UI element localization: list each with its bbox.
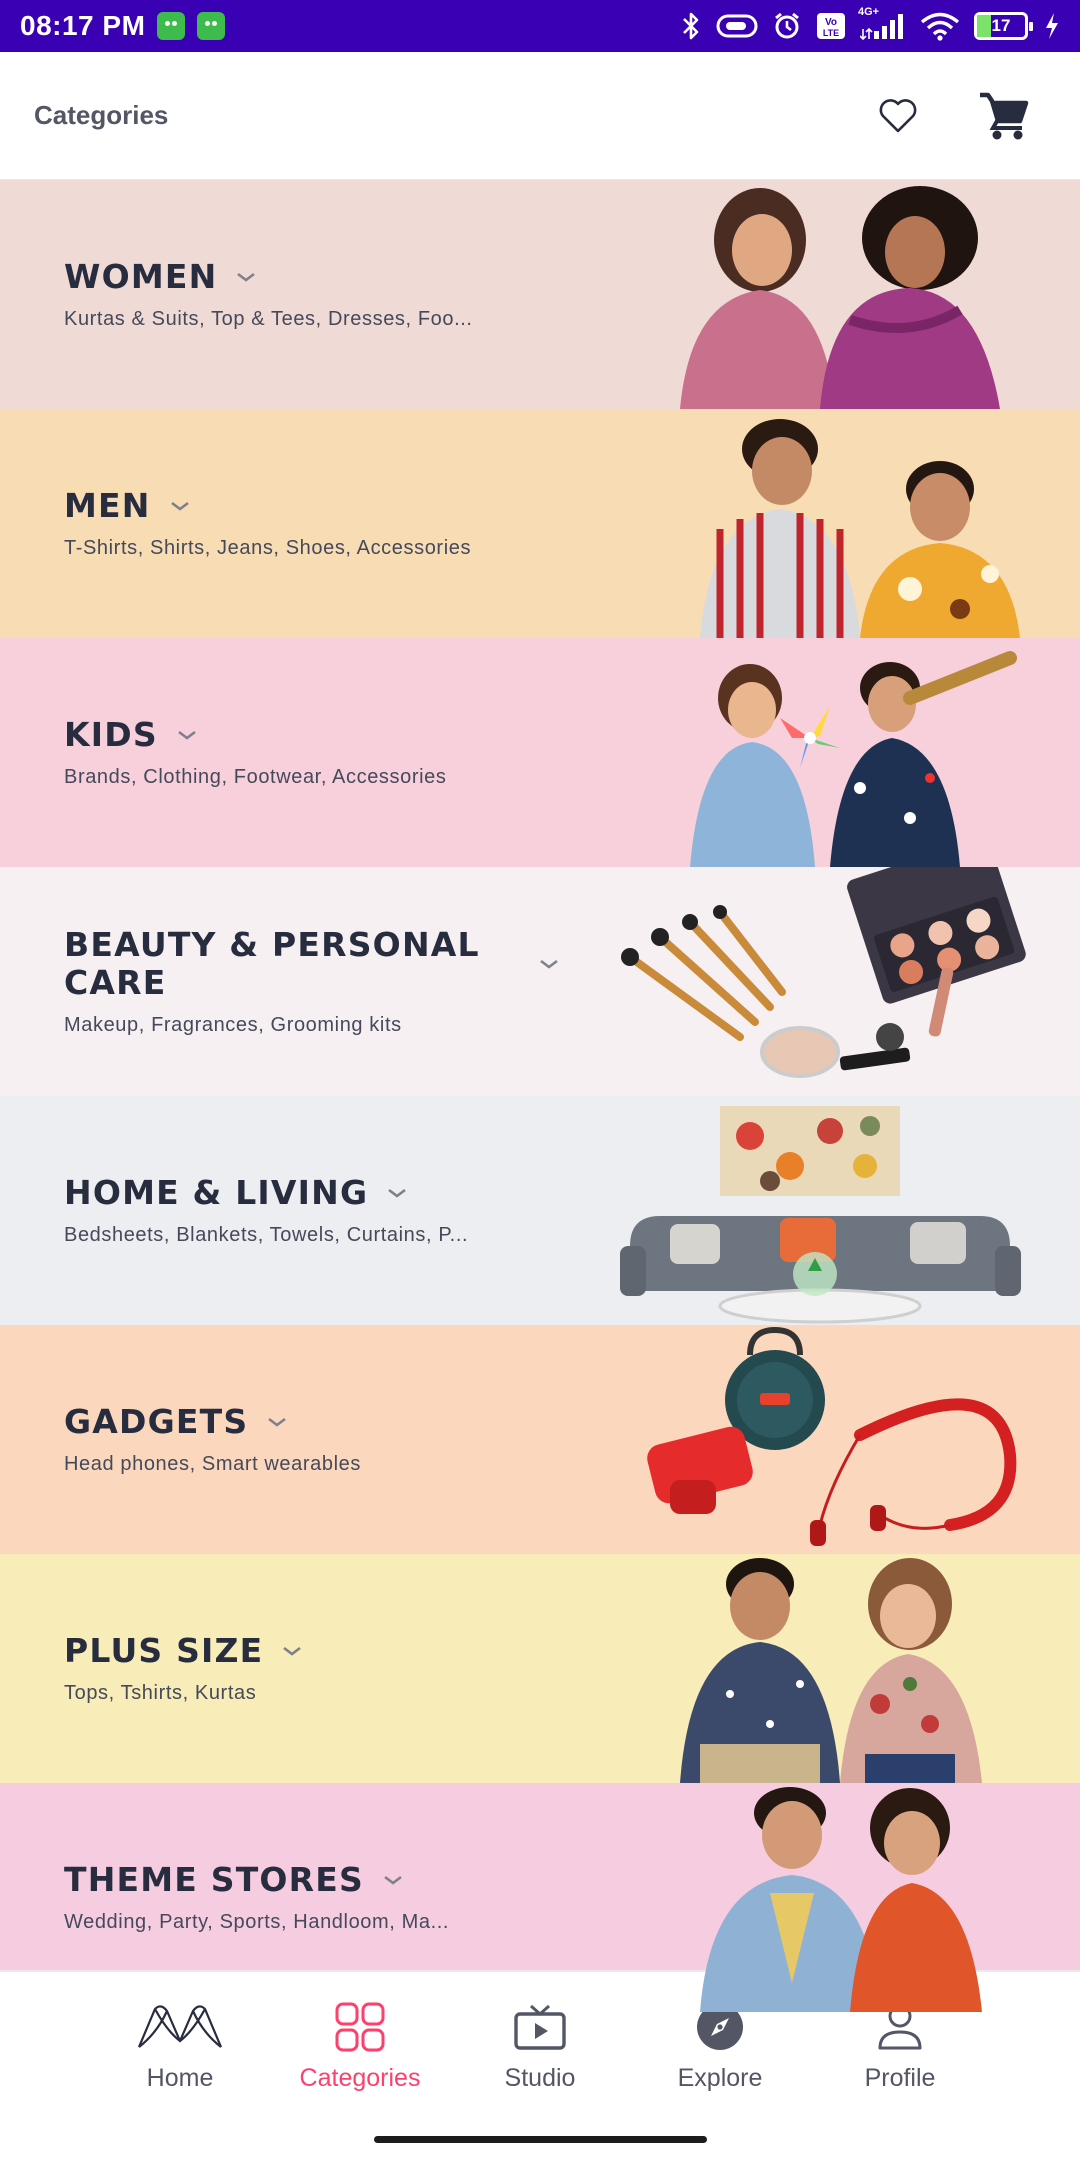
volte-icon: Vo LTE [816,10,846,42]
category-title: MEN [64,486,151,525]
gadgets-products-image [647,1326,1017,1546]
category-title: WOMEN [64,257,218,296]
category-home-living[interactable]: HOME & LIVING Bedsheets, Blankets, Towel… [0,1096,1080,1325]
category-subtitle: Tops, Tshirts, Kurtas [64,1682,257,1704]
category-list: WOMEN Kurtas & Suits, Top & Tees, Dresse… [0,180,1080,2012]
nav-home[interactable]: Home [100,1998,260,2093]
category-women[interactable]: WOMEN Kurtas & Suits, Top & Tees, Dresse… [0,180,1080,409]
living-room-image [620,1106,1021,1324]
nav-label: Home [146,2064,214,2092]
heart-icon [879,98,917,132]
category-subtitle: T-Shirts, Shirts, Jeans, Shoes, Accessor… [64,537,472,559]
category-title: HOME & LIVING [64,1173,369,1212]
bluetooth-icon [680,10,702,42]
category-subtitle: Wedding, Party, Sports, Handloom, Ma... [64,1911,450,1933]
svg-text:Vo: Vo [825,17,837,28]
status-time: 08:17 PM [20,10,146,41]
plus-size-models-image [680,1558,982,1783]
category-title: KIDS [64,715,158,754]
svg-text:LTE: LTE [823,28,839,38]
nav-label: Profile [864,2064,936,2092]
myntra-logo-icon [137,2005,223,2048]
category-subtitle: Brands, Clothing, Footwear, Accessories [64,766,447,788]
category-subtitle: Head phones, Smart wearables [64,1453,361,1475]
women-models-image [680,186,1000,409]
cart-button[interactable] [976,88,1032,144]
battery-level: 17 [991,16,1011,35]
category-beauty[interactable]: BEAUTY & PERSONAL CARE Makeup, Fragrance… [0,867,1080,1096]
wishlist-button[interactable] [870,88,926,144]
category-title: GADGETS [64,1402,249,1441]
category-subtitle: Bedsheets, Blankets, Towels, Curtains, P… [64,1224,469,1246]
notification-app-icon [197,12,226,40]
kids-models-image [690,651,1017,867]
category-subtitle: Makeup, Fragrances, Grooming kits [64,1014,402,1036]
category-title: PLUS SIZE [64,1631,264,1670]
battery-icon: 17 [974,12,1033,40]
chevron-down-icon[interactable] [386,1186,408,1200]
category-subtitle: Kurtas & Suits, Top & Tees, Dresses, Foo… [64,308,473,330]
page-title: Categories [34,100,169,130]
network-badge: 4G+ [858,6,880,18]
nav-categories[interactable]: Categories [280,1998,440,2093]
signal-icon: 4G+ [858,6,906,42]
chevron-down-icon[interactable] [266,1415,288,1429]
charging-icon [1044,10,1060,42]
category-men[interactable]: MEN T-Shirts, Shirts, Jeans, Shoes, Acce… [0,409,1080,638]
nav-explore[interactable]: Explore [640,1998,800,2093]
wifi-icon [920,10,960,42]
status-bar: 08:17 PM Vo LTE 4G+ 17 [0,0,1080,52]
category-kids[interactable]: KIDS Brands, Clothing, Footwear, Accesso… [0,638,1080,867]
cart-icon [980,92,1029,139]
nav-label: Categories [299,2064,421,2092]
category-title: THEME STORES [64,1860,364,1899]
makeup-products-image [621,867,1026,1078]
alarm-icon [772,10,802,42]
top-app-bar: Categories [0,52,1080,180]
men-models-image [700,419,1020,638]
chevron-down-icon[interactable] [176,728,198,742]
chevron-down-icon[interactable] [281,1644,303,1658]
chevron-down-icon[interactable] [235,270,257,284]
nav-label: Explore [677,2064,763,2092]
category-gadgets[interactable]: GADGETS Head phones, Smart wearables [0,1325,1080,1554]
grid-icon [335,2002,385,2052]
toggle-icon [716,10,758,42]
category-title: BEAUTY & PERSONAL CARE [64,925,480,1002]
category-plus-size[interactable]: PLUS SIZE Tops, Tshirts, Kurtas [0,1554,1080,1783]
nav-studio[interactable]: Studio [460,1998,620,2093]
notification-app-icon [157,12,186,40]
gesture-bar[interactable] [374,2136,707,2143]
chevron-down-icon[interactable] [382,1873,404,1887]
theme-stores-models-image [700,1787,982,2012]
chevron-down-icon[interactable] [538,957,560,971]
chevron-down-icon[interactable] [169,499,191,513]
nav-profile[interactable]: Profile [820,1998,980,2093]
nav-label: Studio [504,2064,576,2092]
tv-play-icon [514,2004,566,2050]
